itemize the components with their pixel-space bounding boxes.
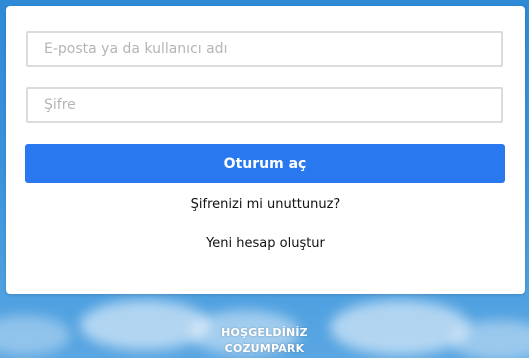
welcome-text: HOŞGELDİNİZ	[221, 326, 308, 339]
login-button[interactable]: Oturum aç	[25, 144, 505, 183]
login-page: { "login_form": { "email_placeholder": "…	[0, 0, 529, 358]
email-username-input[interactable]	[26, 31, 503, 67]
forgot-password-link[interactable]: Şifrenizi mi unuttunuz?	[6, 197, 525, 212]
password-input[interactable]	[26, 87, 503, 123]
create-account-link[interactable]: Yeni hesap oluştur	[6, 236, 525, 251]
login-card: Oturum aç Şifrenizi mi unuttunuz? Yeni h…	[6, 6, 525, 294]
site-name-text: COZUMPARK	[224, 342, 305, 355]
